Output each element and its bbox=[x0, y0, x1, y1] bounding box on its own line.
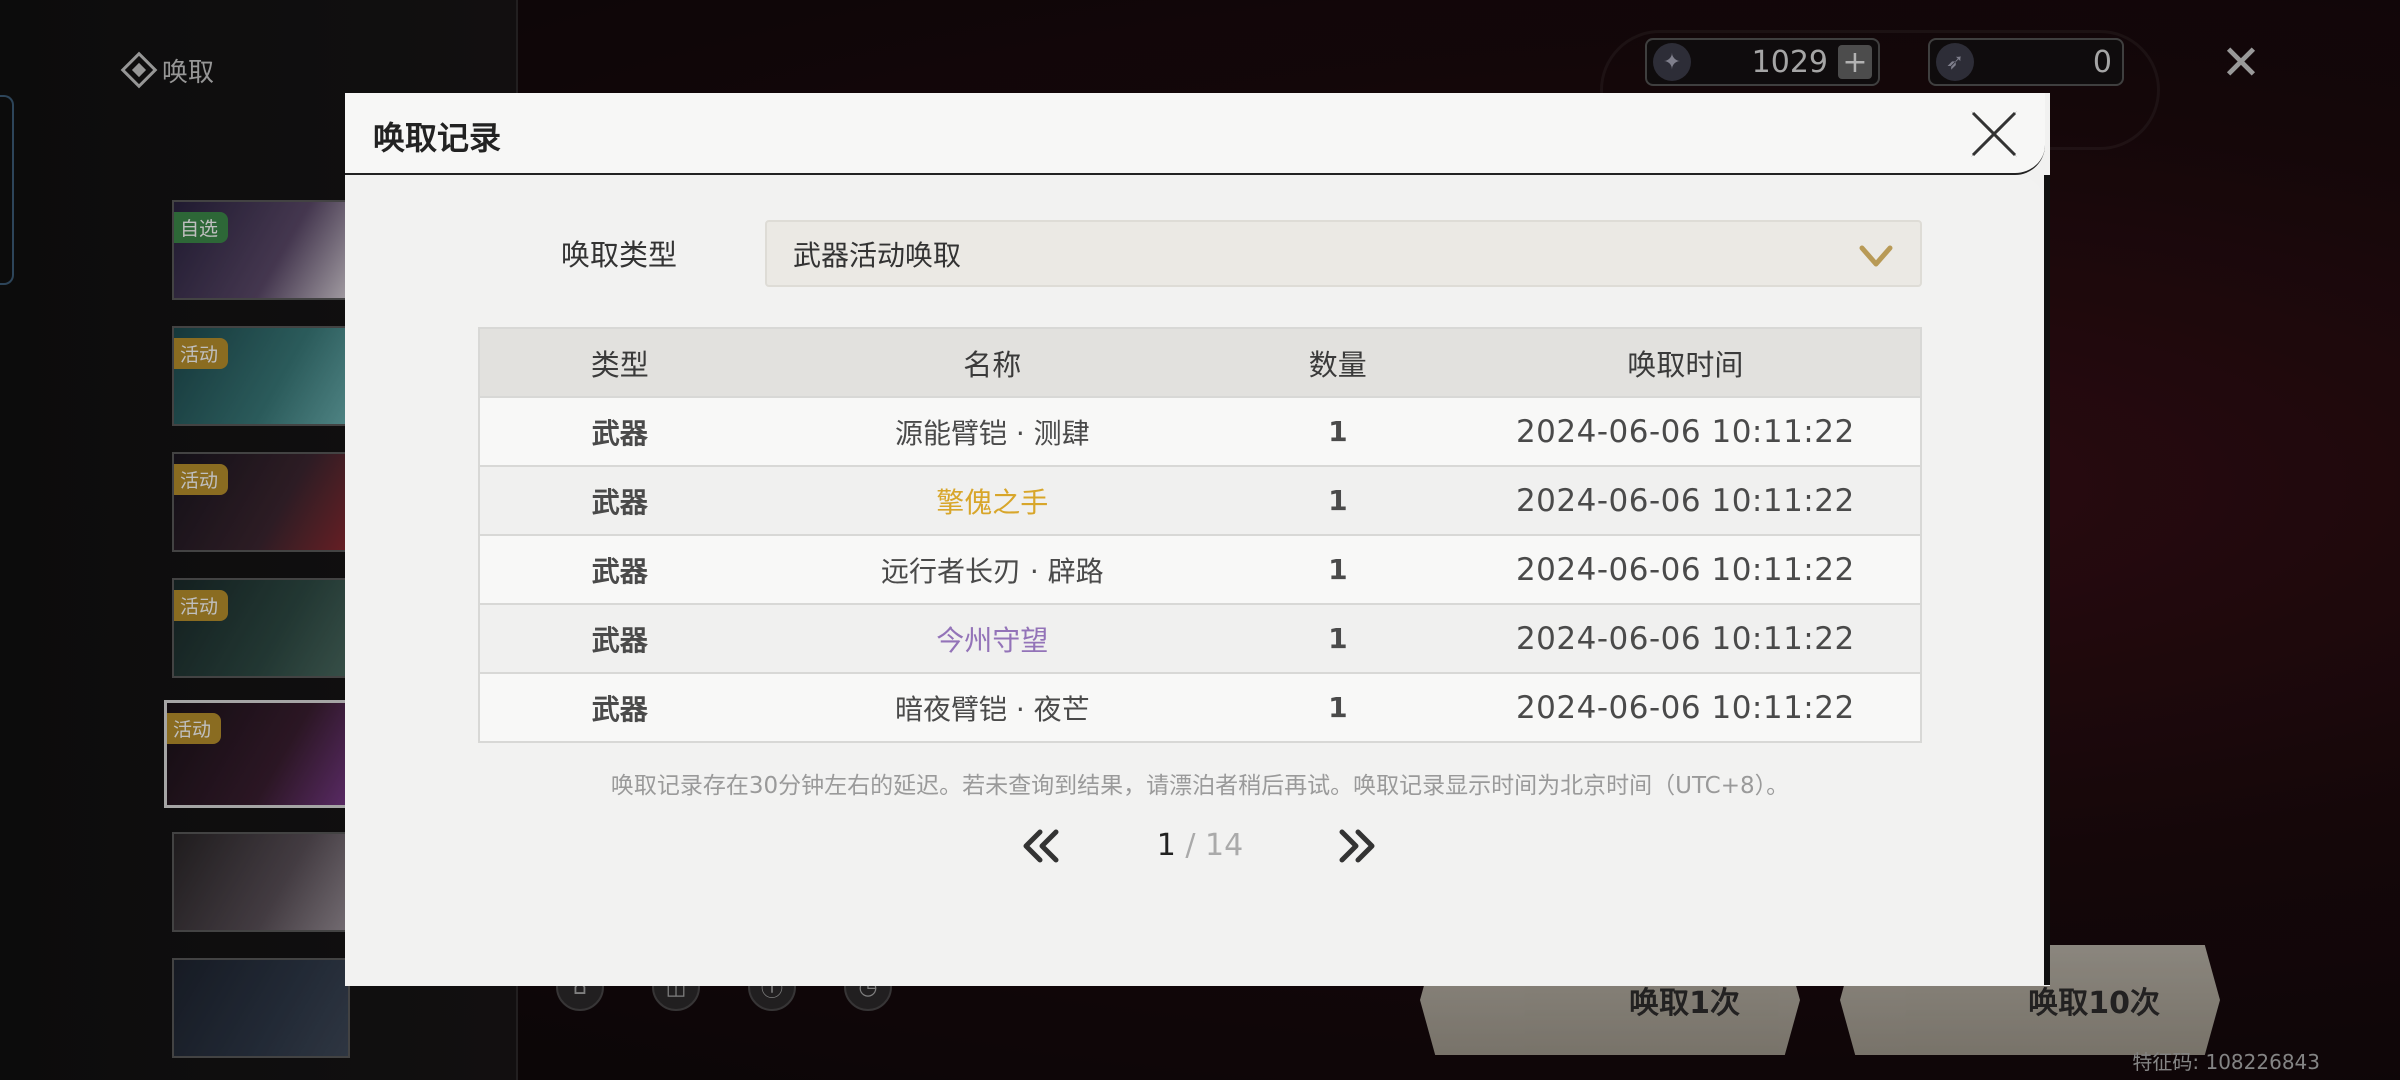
current-page: 1 bbox=[1156, 828, 1176, 863]
type-cell: 武器 bbox=[591, 623, 648, 657]
time-cell: 2024-06-06 10:11:22 bbox=[1515, 413, 1855, 450]
close-icon[interactable] bbox=[1963, 103, 2025, 165]
column-header: 类型 bbox=[590, 347, 649, 382]
name-cell: 远行者长刃 · 辟路 bbox=[880, 554, 1104, 588]
table-header: 类型 名称 数量 唤取时间 bbox=[480, 329, 1920, 396]
name-cell: 源能臂铠 · 测肆 bbox=[894, 416, 1090, 450]
table-row: 武器 今州守望 1 2024-06-06 10:11:22 bbox=[480, 603, 1920, 672]
double-chevron-left-icon[interactable] bbox=[1020, 826, 1062, 866]
column-header: 数量 bbox=[1308, 347, 1367, 382]
total-pages: 14 bbox=[1205, 828, 1244, 863]
name-cell: 今州守望 bbox=[936, 623, 1049, 657]
qty-cell: 1 bbox=[1328, 415, 1348, 448]
type-cell: 武器 bbox=[591, 554, 648, 588]
modal-header: 唤取记录 bbox=[345, 93, 2045, 175]
time-cell: 2024-06-06 10:11:22 bbox=[1515, 551, 1855, 588]
table-body: 武器 源能臂铠 · 测肆 1 2024-06-06 10:11:22 武器 擎傀… bbox=[480, 396, 1920, 741]
type-dropdown[interactable]: 武器活动唤取 bbox=[765, 220, 1922, 287]
page-indicator: 1 / 14 bbox=[1150, 828, 1250, 863]
name-cell: 擎傀之手 bbox=[936, 485, 1049, 519]
column-header: 唤取时间 bbox=[1627, 347, 1744, 382]
qty-cell: 1 bbox=[1328, 553, 1348, 586]
delay-notice: 唤取记录存在30分钟左右的延迟。若未查询到结果，请漂泊者稍后再试。唤取记录显示时… bbox=[610, 773, 1790, 799]
double-chevron-right-icon[interactable] bbox=[1336, 826, 1378, 866]
column-header: 名称 bbox=[963, 347, 1022, 382]
time-cell: 2024-06-06 10:11:22 bbox=[1515, 482, 1855, 519]
qty-cell: 1 bbox=[1328, 622, 1348, 655]
type-cell: 武器 bbox=[591, 692, 648, 726]
type-cell: 武器 bbox=[591, 416, 648, 450]
chevron-down-icon bbox=[1859, 245, 1893, 267]
pagination: 1 / 14 bbox=[1000, 818, 1400, 874]
modal-title: 唤取记录 bbox=[373, 119, 502, 157]
name-cell: 暗夜臂铠 · 夜芒 bbox=[894, 692, 1090, 726]
time-cell: 2024-06-06 10:11:22 bbox=[1515, 689, 1855, 726]
type-cell: 武器 bbox=[591, 485, 648, 519]
table-row: 武器 源能臂铠 · 测肆 1 2024-06-06 10:11:22 bbox=[480, 396, 1920, 465]
table-row: 武器 暗夜臂铠 · 夜芒 1 2024-06-06 10:11:22 bbox=[480, 672, 1920, 741]
qty-cell: 1 bbox=[1328, 691, 1348, 724]
time-cell: 2024-06-06 10:11:22 bbox=[1515, 620, 1855, 657]
type-label: 唤取类型 bbox=[561, 238, 678, 272]
type-selected-value: 武器活动唤取 bbox=[793, 238, 962, 272]
table-row: 武器 远行者长刃 · 辟路 1 2024-06-06 10:11:22 bbox=[480, 534, 1920, 603]
record-table: 类型 名称 数量 唤取时间 武器 源能臂铠 · 测肆 1 2024-06-06 … bbox=[478, 327, 1922, 743]
table-row: 武器 擎傀之手 1 2024-06-06 10:11:22 bbox=[480, 465, 1920, 534]
page-separator: / bbox=[1185, 828, 1196, 863]
qty-cell: 1 bbox=[1328, 484, 1348, 517]
modal-rail bbox=[2044, 175, 2050, 985]
